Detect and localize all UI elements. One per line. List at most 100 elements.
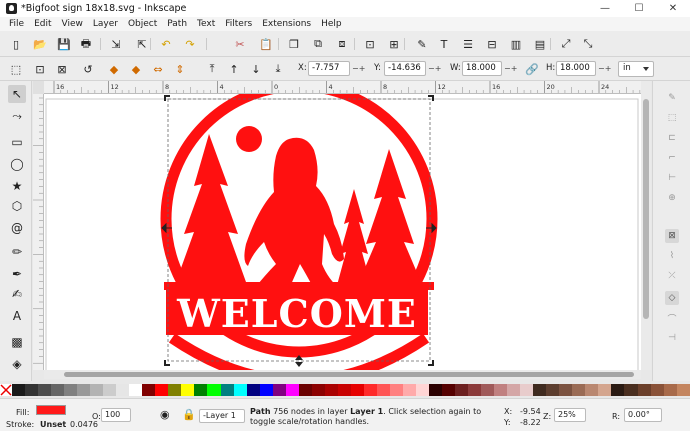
rotation-field[interactable]: 0.00° <box>624 408 662 422</box>
drawing-canvas[interactable]: WELCOME <box>44 94 641 370</box>
raise-to-top-icon[interactable]: ⤒ <box>204 61 220 77</box>
lock-layer-icon[interactable]: 🔒 <box>182 408 196 421</box>
print-icon[interactable]: 🖶 <box>78 36 94 52</box>
h-spinner[interactable]: −+ <box>598 61 616 76</box>
group-icon[interactable]: ⊡ <box>362 36 378 52</box>
w-spinner[interactable]: −+ <box>504 61 522 76</box>
opacity-field[interactable]: 100 <box>101 408 131 422</box>
duplicate-icon[interactable]: ❐ <box>286 36 302 52</box>
star-tool-icon[interactable]: ★ <box>8 177 26 195</box>
palette-swatch[interactable] <box>350 384 364 396</box>
unlink-clone-icon[interactable]: ⧈ <box>334 36 350 52</box>
vertical-scroll-thumb[interactable] <box>643 99 649 319</box>
snap-bbox-edge-icon[interactable]: ⊏ <box>665 131 679 145</box>
ungroup-icon[interactable]: ⊞ <box>386 36 402 52</box>
palette-swatch[interactable] <box>207 384 221 396</box>
snap-midpoint-icon[interactable]: ⊣ <box>665 331 679 345</box>
menu-object[interactable]: Object <box>123 19 162 29</box>
node-edit-icon[interactable]: ⤡ <box>580 36 596 52</box>
menu-text[interactable]: Text <box>192 19 220 29</box>
palette-swatch[interactable] <box>415 384 429 396</box>
palette-swatch[interactable] <box>285 384 299 396</box>
new-document-icon[interactable]: ▯ <box>8 36 24 52</box>
menu-view[interactable]: View <box>57 19 88 29</box>
snap-bbox-icon[interactable]: ⬚ <box>665 111 679 125</box>
xml-editor-icon[interactable]: ⊟ <box>484 36 500 52</box>
palette-swatch[interactable] <box>442 384 456 396</box>
clone-icon[interactable]: ⧉ <box>310 36 326 52</box>
import-icon[interactable]: ⇲ <box>108 36 124 52</box>
palette-swatch[interactable] <box>663 384 677 396</box>
lower-to-bottom-icon[interactable]: ⤓ <box>270 61 286 77</box>
text-font-icon[interactable]: T <box>436 36 452 52</box>
palette-swatch[interactable] <box>64 384 78 396</box>
menu-file[interactable]: File <box>4 19 29 29</box>
preferences-icon[interactable]: ▤ <box>532 36 548 52</box>
flip-horizontal-icon[interactable]: ⇔ <box>150 61 166 77</box>
spray-tool-icon[interactable]: ▩ <box>8 333 26 351</box>
stroke-width-value[interactable]: 0.0476 <box>70 420 98 429</box>
menu-filters[interactable]: Filters <box>220 19 257 29</box>
calligraphy-tool-icon[interactable]: ✍ <box>8 285 26 303</box>
align-distribute-icon[interactable]: ▥ <box>508 36 524 52</box>
palette-swatch[interactable] <box>12 384 26 396</box>
vertical-ruler[interactable] <box>33 94 44 370</box>
spiral-tool-icon[interactable]: @ <box>8 219 26 237</box>
palette-swatch[interactable] <box>402 384 416 396</box>
menu-layer[interactable]: Layer <box>88 19 123 29</box>
palette-swatch[interactable] <box>233 384 247 396</box>
palette-swatch[interactable] <box>129 384 143 396</box>
eraser-tool-icon[interactable]: ◈ <box>8 355 26 373</box>
palette-swatch[interactable] <box>533 384 547 396</box>
palette-swatch[interactable] <box>324 384 338 396</box>
palette-swatch[interactable] <box>572 384 586 396</box>
palette-swatch[interactable] <box>298 384 312 396</box>
palette-swatch[interactable] <box>624 384 638 396</box>
palette-swatch[interactable] <box>155 384 169 396</box>
zoom-tool-icon[interactable]: ⤢ <box>558 36 574 52</box>
palette-swatch[interactable] <box>389 384 403 396</box>
export-icon[interactable]: ⇱ <box>134 36 150 52</box>
lower-icon[interactable]: ↓ <box>248 61 264 77</box>
palette-swatch[interactable] <box>181 384 195 396</box>
hide-layer-icon[interactable]: ◉ <box>160 408 170 421</box>
palette-swatch[interactable] <box>585 384 599 396</box>
snap-toggle-icon[interactable]: ✎ <box>665 91 679 105</box>
palette-swatch[interactable] <box>494 384 508 396</box>
palette-swatch[interactable] <box>77 384 91 396</box>
stroke-indicator[interactable]: Unset <box>40 420 66 429</box>
palette-swatch[interactable] <box>25 384 39 396</box>
layer-select[interactable]: -Layer 1 <box>199 409 245 423</box>
y-spinner[interactable]: −+ <box>428 61 446 76</box>
palette-swatch[interactable] <box>246 384 260 396</box>
palette-swatch[interactable] <box>468 384 482 396</box>
ellipse-tool-icon[interactable]: ◯ <box>8 155 26 173</box>
snap-intersection-icon[interactable]: ⤫ <box>665 269 679 283</box>
palette-swatch[interactable] <box>559 384 573 396</box>
selector-tool-icon[interactable]: ↖ <box>8 85 26 103</box>
palette-swatch[interactable] <box>103 384 117 396</box>
x-field[interactable]: -7.757 <box>308 61 350 76</box>
palette-swatch[interactable] <box>116 384 130 396</box>
palette-swatch[interactable] <box>455 384 469 396</box>
rotate-ccw-icon[interactable]: ↺ <box>80 61 96 77</box>
rotate-90-ccw-icon[interactable]: ◆ <box>106 61 122 77</box>
save-icon[interactable]: 💾 <box>56 36 72 52</box>
x-spinner[interactable]: −+ <box>352 61 370 76</box>
snap-bbox-center-icon[interactable]: ⊕ <box>665 191 679 205</box>
palette-swatch[interactable] <box>220 384 234 396</box>
no-paint-swatch[interactable] <box>0 384 12 396</box>
snap-nodes-icon[interactable]: ⊠ <box>665 229 679 243</box>
palette-swatch[interactable] <box>546 384 560 396</box>
menu-extensions[interactable]: Extensions <box>257 19 316 29</box>
palette-swatch[interactable] <box>363 384 377 396</box>
palette-swatch[interactable] <box>481 384 495 396</box>
redo-icon[interactable]: ↷ <box>182 36 198 52</box>
rectangle-tool-icon[interactable]: ▭ <box>8 133 26 151</box>
palette-swatch[interactable] <box>142 384 156 396</box>
palette-swatch[interactable] <box>272 384 286 396</box>
open-file-icon[interactable]: 📂 <box>32 36 48 52</box>
select-all-layers-icon[interactable]: ⊡ <box>32 61 48 77</box>
horizontal-ruler[interactable]: 16 12 8 4 0 4 8 12 16 20 24 <box>44 81 641 94</box>
menu-path[interactable]: Path <box>162 19 192 29</box>
